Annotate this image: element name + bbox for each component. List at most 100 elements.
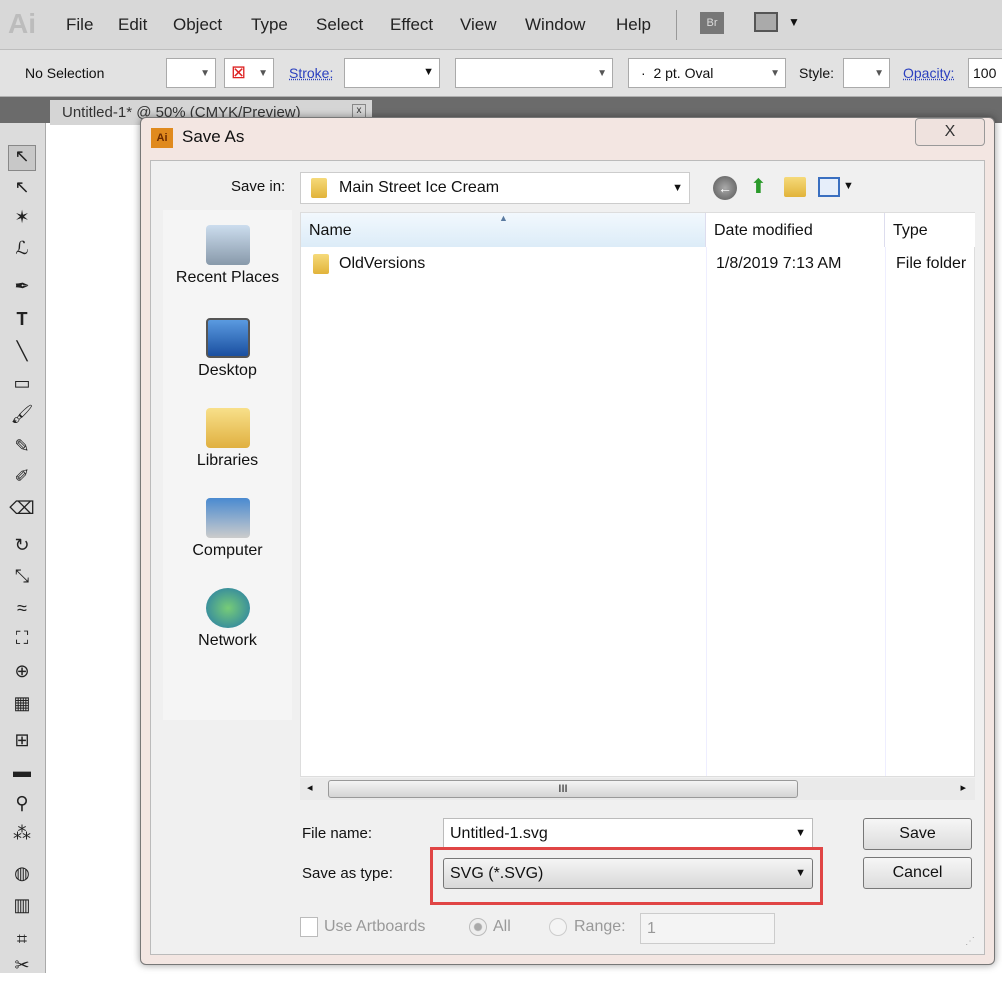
lasso-icon[interactable]: ℒ [8, 238, 36, 264]
perspective-grid-icon[interactable]: ▦ [8, 693, 36, 719]
back-icon[interactable]: ← [713, 176, 737, 200]
place-label: Libraries [196, 452, 259, 469]
menu-window[interactable]: Window [525, 15, 585, 35]
save-as-type-dropdown[interactable]: SVG (*.SVG) ▼ [443, 858, 813, 889]
column-header-name[interactable]: Name ▲ [301, 213, 706, 247]
direct-selection-tool-icon[interactable]: ↖ [8, 177, 36, 203]
menu-file[interactable]: File [66, 15, 93, 35]
chevron-down-icon[interactable]: ▼ [795, 827, 806, 839]
places-bar: Recent Places Desktop Libraries Computer… [163, 210, 292, 720]
scroll-left-icon[interactable]: ◂ [307, 781, 313, 794]
all-label: All [493, 918, 511, 935]
place-computer[interactable]: Computer [163, 498, 292, 560]
save-in-dropdown[interactable]: Main Street Ice Cream ▼ [300, 172, 690, 204]
all-radio[interactable] [469, 918, 487, 936]
style-label: Style: [799, 65, 835, 81]
warp-tool-icon[interactable]: ≈ [8, 598, 36, 624]
menu-view[interactable]: View [460, 15, 497, 35]
tools-panel: ↖ ↖ ✶ ℒ ✒ T ╲ ▭ 🖌 ✎ ✐ ⌫ ↻ ⤡ ≈ ⛶ ⊕ ▦ ⊞ ▬ … [0, 123, 46, 975]
save-as-type-label: Save as type: [302, 865, 393, 882]
rotate-tool-icon[interactable]: ↻ [8, 535, 36, 561]
stroke-weight[interactable]: ▼ [344, 58, 440, 88]
place-label: Recent Places [175, 269, 280, 286]
paintbrush-icon[interactable]: 🖌 [8, 404, 36, 430]
symbol-sprayer-icon[interactable]: ◍ [8, 863, 36, 889]
recent-places-icon [205, 225, 250, 265]
pen-tool-icon[interactable]: ✒ [8, 276, 36, 302]
range-input[interactable]: 1 [640, 913, 775, 944]
brush-definition[interactable]: · 2 pt. Oval ▼ [628, 58, 786, 88]
mesh-tool-icon[interactable]: ⊞ [8, 730, 36, 756]
magic-wand-icon[interactable]: ✶ [8, 207, 36, 233]
opacity-input[interactable]: 100 [968, 58, 1002, 88]
menu-edit[interactable]: Edit [118, 15, 147, 35]
place-desktop[interactable]: Desktop [163, 318, 292, 380]
column-header-date[interactable]: Date modified [706, 213, 885, 247]
use-artboards-label: Use Artboards [324, 918, 426, 935]
menu-type[interactable]: Type [251, 15, 288, 35]
file-name: OldVersions [339, 255, 426, 272]
file-name-input[interactable]: Untitled-1.svg ▼ [443, 818, 813, 849]
place-network[interactable]: Network [163, 588, 292, 650]
close-tab-icon[interactable]: x [352, 104, 366, 118]
bridge-button[interactable]: Br [700, 12, 724, 34]
file-row[interactable]: OldVersions 1/8/2019 7:13 AM File folder [301, 250, 975, 278]
scale-tool-icon[interactable]: ⤡ [8, 566, 36, 592]
shape-builder-icon[interactable]: ⊕ [8, 661, 36, 687]
slice-tool-icon[interactable]: ✂ [8, 955, 36, 981]
menu-help[interactable]: Help [616, 15, 651, 35]
selection-status: No Selection [25, 65, 105, 81]
folder-icon [311, 178, 327, 198]
scroll-thumb[interactable]: III [328, 780, 798, 798]
blend-tool-icon[interactable]: ⁂ [8, 823, 36, 849]
save-button[interactable]: Save [863, 818, 972, 850]
variable-width-profile[interactable]: ▼ [455, 58, 613, 88]
network-icon [205, 588, 250, 628]
close-button[interactable]: X [915, 118, 985, 146]
place-label: Computer [192, 542, 263, 559]
stroke-link[interactable]: Stroke: [289, 65, 333, 81]
style-picker[interactable]: ▼ [843, 58, 890, 88]
scroll-right-icon[interactable]: ▸ [960, 781, 966, 794]
cancel-button[interactable]: Cancel [863, 857, 972, 889]
chevron-down-icon: ▼ [795, 867, 806, 879]
artboard-tool-icon[interactable]: ⌗ [8, 929, 36, 955]
place-label: Network [198, 632, 257, 649]
gradient-tool-icon[interactable]: ▬ [8, 761, 36, 787]
menu-effect[interactable]: Effect [390, 15, 433, 35]
computer-icon [205, 498, 250, 538]
eraser-icon[interactable]: ⌫ [8, 498, 36, 524]
horizontal-scrollbar[interactable]: ◂ III ▸ [300, 778, 975, 800]
up-folder-icon[interactable]: ⬆ [750, 174, 767, 199]
type-tool-icon[interactable]: T [8, 309, 36, 335]
chevron-down-icon[interactable]: ▼ [788, 15, 800, 29]
blob-brush-icon[interactable]: ✐ [8, 466, 36, 492]
menu-object[interactable]: Object [173, 15, 222, 35]
graph-tool-icon[interactable]: ▥ [8, 895, 36, 921]
eyedropper-icon[interactable]: ⚲ [8, 793, 36, 819]
brush-value: 2 pt. Oval [653, 65, 714, 81]
save-as-type-value: SVG (*.SVG) [450, 865, 544, 882]
opacity-link[interactable]: Opacity: [903, 65, 954, 81]
pencil-icon[interactable]: ✎ [8, 436, 36, 462]
chevron-down-icon[interactable]: ▼ [843, 180, 854, 192]
place-recent-places[interactable]: Recent Places [163, 225, 292, 287]
line-tool-icon[interactable]: ╲ [8, 341, 36, 367]
header-label: Name [309, 222, 352, 239]
range-radio[interactable] [549, 918, 567, 936]
free-transform-icon[interactable]: ⛶ [8, 628, 36, 654]
fill-swatch[interactable]: ▼ [166, 58, 216, 88]
workspace-icon[interactable] [754, 12, 778, 32]
column-header-type[interactable]: Type [885, 213, 975, 247]
place-libraries[interactable]: Libraries [163, 408, 292, 470]
rectangle-tool-icon[interactable]: ▭ [8, 373, 36, 399]
illustrator-icon: Ai [151, 128, 173, 148]
selection-tool-icon[interactable]: ↖ [8, 145, 36, 171]
menu-select[interactable]: Select [316, 15, 363, 35]
new-folder-icon[interactable] [784, 177, 806, 197]
stroke-swatch[interactable]: ⊠ ▼ [224, 58, 274, 88]
file-list [300, 212, 975, 777]
use-artboards-checkbox[interactable] [300, 917, 318, 937]
view-menu-icon[interactable] [818, 177, 840, 197]
resize-grip-icon[interactable]: ⋰ [965, 936, 975, 947]
